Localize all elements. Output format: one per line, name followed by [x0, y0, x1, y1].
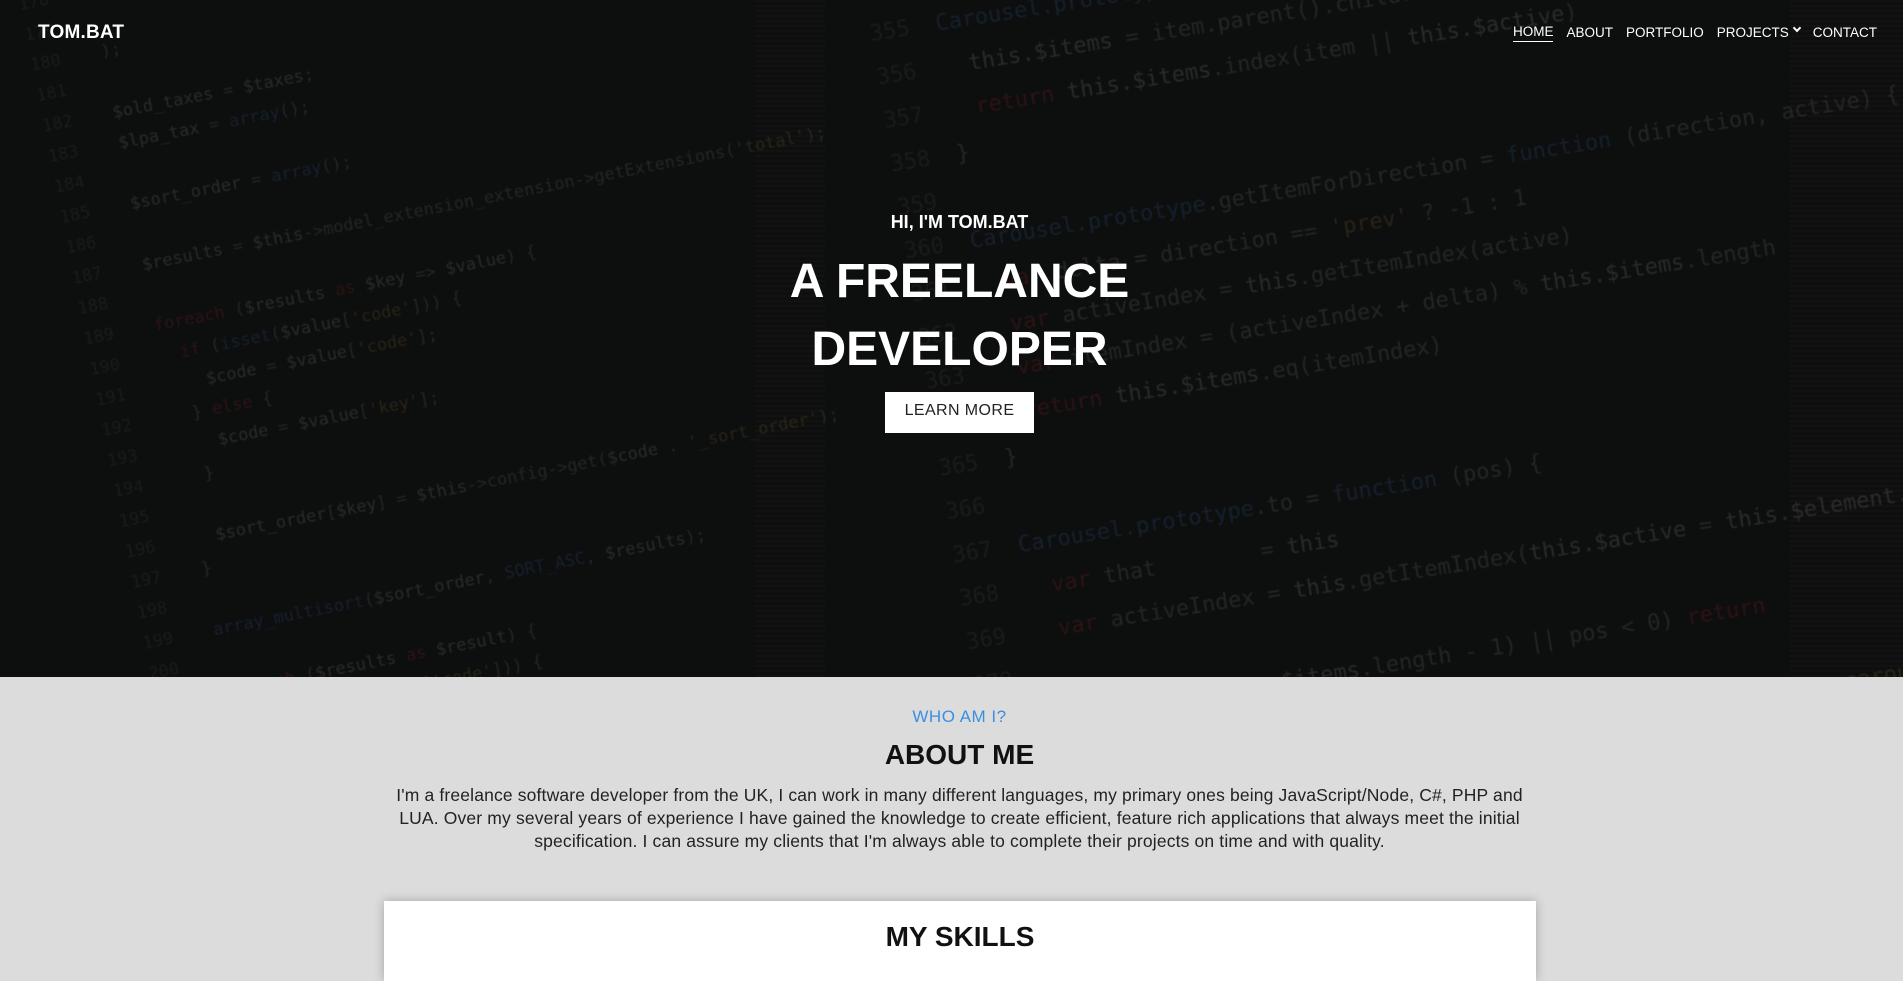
about-section: WHO AM I? ABOUT ME I'm a freelance softw… — [0, 677, 1903, 981]
top-navbar: TOM.BAT HOME ABOUT PORTFOLIO PROJECTS CO… — [0, 0, 1903, 66]
hero-content: HI, I'M TOM.BAT A FREELANCE DEVELOPER LE… — [0, 212, 1903, 433]
skills-card: MY SKILLS — [384, 901, 1536, 981]
nav-item-contact[interactable]: CONTACT — [1813, 25, 1877, 42]
brand-logo[interactable]: TOM.BAT — [38, 22, 124, 44]
hero-title-line-2: DEVELOPER — [811, 323, 1108, 376]
about-description: I'm a freelance software developer from … — [396, 785, 1523, 851]
hero-title: A FREELANCE DEVELOPER — [0, 248, 1903, 384]
skills-title: MY SKILLS — [885, 921, 1035, 952]
nav-item-home[interactable]: HOME — [1512, 24, 1554, 42]
nav-item-about[interactable]: ABOUT — [1566, 25, 1613, 42]
about-title: ABOUT ME — [884, 739, 1035, 770]
nav-item-projects-dropdown[interactable]: PROJECTS — [1716, 23, 1801, 42]
chevron-down-icon — [1792, 23, 1801, 33]
about-kicker: WHO AM I? — [912, 707, 1007, 726]
hero-section: 177 'taxes' => $total 178 'total' => $to… — [0, 0, 1903, 677]
nav-menu: HOME ABOUT PORTFOLIO PROJECTS CONTACT — [1500, 23, 1877, 42]
learn-more-button[interactable]: LEARN MORE — [884, 392, 1035, 433]
hero-greeting: HI, I'M TOM.BAT — [890, 212, 1029, 232]
nav-item-projects-label: PROJECTS — [1716, 24, 1789, 40]
nav-item-portfolio[interactable]: PORTFOLIO — [1626, 25, 1704, 42]
hero-title-line-1: A FREELANCE — [789, 255, 1130, 308]
